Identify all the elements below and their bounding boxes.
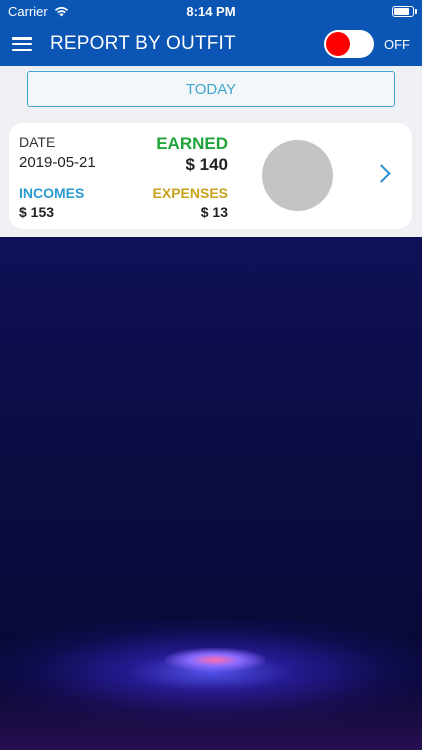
stage-light-core — [165, 648, 265, 672]
chevron-right-icon[interactable] — [372, 164, 391, 183]
expenses-value: $ 13 — [200, 204, 228, 220]
date-label: DATE — [19, 134, 56, 150]
status-bar: Carrier 8:14 PM — [0, 0, 422, 22]
page-title: REPORT BY OUTFIT — [50, 33, 236, 54]
outfit-avatar — [262, 140, 333, 211]
incomes-label: INCOMES — [19, 185, 85, 201]
earned-label: EARNED — [156, 134, 228, 153]
nav-bar: REPORT BY OUTFIT OFF — [0, 22, 422, 66]
outfit-toggle[interactable] — [324, 30, 374, 58]
battery-fill — [394, 7, 410, 15]
earned-value: $ 140 — [185, 155, 228, 174]
content-area: TODAY DATE 2019-05-21 INCOMES $ 153 EARN… — [0, 66, 422, 237]
stage-floor — [0, 680, 422, 750]
hamburger-menu-icon[interactable] — [12, 37, 32, 51]
today-button[interactable]: TODAY — [27, 71, 395, 107]
wifi-icon — [54, 6, 68, 16]
carrier-label: Carrier — [8, 3, 48, 19]
toggle-knob — [326, 32, 350, 56]
expenses-label: EXPENSES — [152, 185, 228, 201]
status-time: 8:14 PM — [186, 3, 236, 19]
battery-icon — [392, 5, 417, 17]
date-value: 2019-05-21 — [19, 154, 96, 171]
status-left: Carrier — [8, 4, 69, 19]
toggle-label: OFF — [384, 36, 410, 52]
incomes-value: $ 153 — [19, 204, 55, 220]
background-stage — [0, 237, 422, 750]
report-card[interactable]: DATE 2019-05-21 INCOMES $ 153 EARNED $ 1… — [9, 123, 412, 229]
